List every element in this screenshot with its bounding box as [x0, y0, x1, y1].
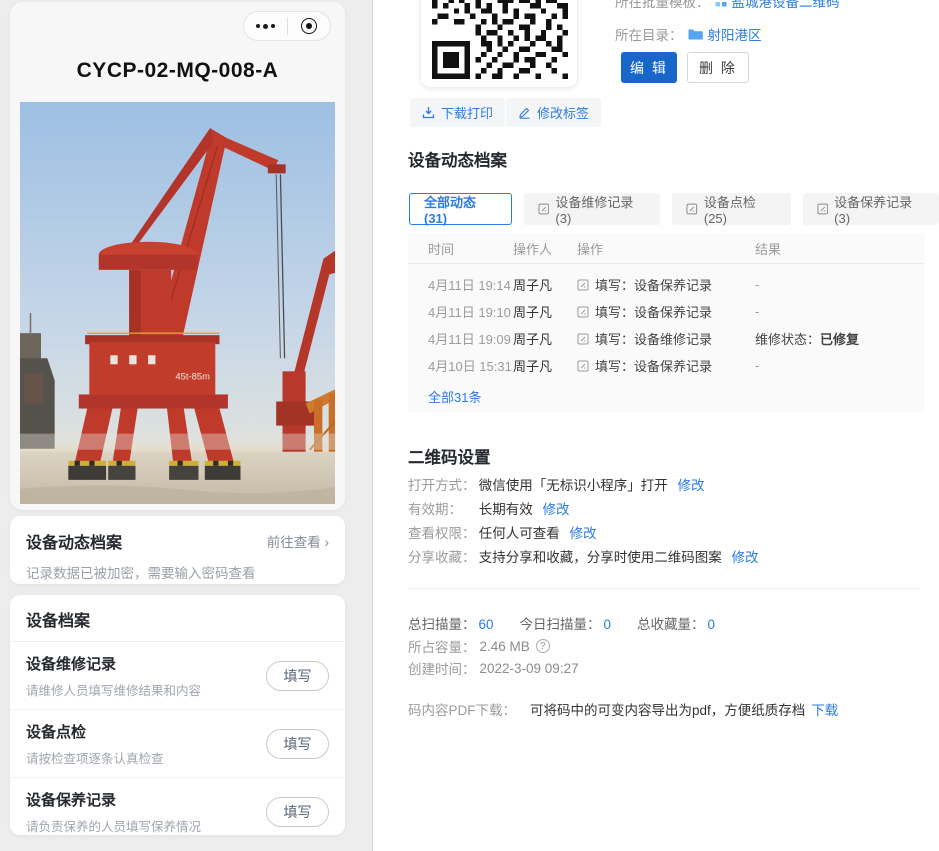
section-title-dynamic-archive: 设备动态档案: [408, 147, 507, 171]
dynamic-archive-card: 设备动态档案 前往查看 › 记录数据已被加密，需要输入密码查看: [10, 516, 345, 584]
qr-code: [432, 0, 568, 79]
template-icon: [715, 0, 727, 7]
scan-total-value: 60: [479, 617, 494, 632]
more-button[interactable]: [244, 12, 287, 40]
repair-status-value: 已修复: [820, 332, 859, 347]
fill-button[interactable]: 填写: [266, 729, 329, 759]
favorite-total-value: 0: [708, 617, 716, 632]
table-row: 4月10日 15:31 周子凡 填写：设备保养记录 -: [408, 352, 925, 379]
form-icon: [577, 279, 589, 291]
delete-button[interactable]: 删 除: [687, 52, 749, 83]
go-view-link[interactable]: 前往查看 ›: [267, 531, 329, 551]
tab-bar: 全部动态(31) 设备维修记录(3) 设备点检(25) 设备保养记录(3): [409, 193, 939, 225]
tab-all-activity[interactable]: 全部动态(31): [409, 193, 512, 225]
edit-button[interactable]: 编 辑: [621, 52, 677, 83]
dynamic-archive-title: 设备动态档案: [26, 529, 122, 553]
directory-link[interactable]: 射阳港区: [708, 24, 762, 44]
storage-size-row: 所占容量： 2.46 MB ?: [408, 636, 550, 656]
setting-validity: 有效期： 长期有效 修改: [408, 498, 570, 518]
pencil-icon: [518, 106, 531, 119]
section-divider: [408, 588, 920, 589]
modify-link[interactable]: 修改: [732, 550, 759, 565]
folder-icon: [688, 28, 703, 40]
table-row: 4月11日 19:09 周子凡 填写：设备维修记录 维修状态：已修复: [408, 325, 925, 352]
form-icon: [686, 203, 698, 215]
section-title-qr-settings: 二维码设置: [408, 444, 491, 468]
preview-top-card: CYCP-02-MQ-008-A: [10, 2, 345, 510]
target-icon: [301, 18, 317, 34]
list-item-inspection: 设备点检 请按检查项逐条认真检查 填写: [10, 710, 345, 778]
help-icon[interactable]: ?: [536, 639, 550, 653]
directory-row: 所在目录： 射阳港区: [615, 24, 762, 44]
device-archive-card: 设备档案 设备维修记录 请维修人员填写维修结果和内容 填写 设备点检 请按检查项…: [10, 595, 345, 835]
miniprogram-capsule: [243, 11, 331, 41]
template-row: 所在批量模板： 盐城港设备二维码: [615, 0, 840, 11]
tab-maintenance-records[interactable]: 设备保养记录(3): [803, 193, 939, 225]
list-item-maintenance: 设备保养记录 请负责保养的人员填写保养情况 填写: [10, 778, 345, 846]
activity-table: 时间 操作人 操作 结果 4月11日 19:14 周子凡 填写：设备保养记录 -…: [408, 233, 925, 412]
setting-share-favorite: 分享收藏： 支持分享和收藏，分享时使用二维码图案 修改: [408, 546, 759, 566]
form-icon: [577, 306, 589, 318]
template-link[interactable]: 盐城港设备二维码: [732, 0, 840, 11]
pdf-download-link[interactable]: 下载: [811, 703, 838, 718]
form-icon: [577, 333, 589, 345]
modify-link[interactable]: 修改: [543, 502, 570, 517]
form-icon: [577, 360, 589, 372]
pdf-export-row: 码内容PDF下载：可将码中的可变内容导出为pdf，方便纸质存档下载: [408, 699, 838, 719]
form-icon: [817, 203, 829, 215]
tab-inspection[interactable]: 设备点检(25): [672, 193, 790, 225]
view-all-records-link[interactable]: 全部31条: [428, 390, 481, 405]
directory-label: 所在目录：: [615, 24, 683, 44]
edit-label-button[interactable]: 修改标签: [506, 98, 601, 127]
fill-button[interactable]: 填写: [266, 797, 329, 827]
modify-link[interactable]: 修改: [570, 526, 597, 541]
ellipsis-icon: [256, 24, 275, 29]
chevron-right-icon: ›: [325, 535, 330, 550]
modify-link[interactable]: 修改: [678, 478, 705, 493]
scan-stats-row: 总扫描量：60 今日扫描量：0 总收藏量：0: [408, 613, 715, 633]
storage-size-value: 2.46 MB: [480, 639, 530, 654]
svg-text:45t-85m: 45t-85m: [175, 372, 210, 382]
phone-preview-pane: CYCP-02-MQ-008-A: [0, 0, 373, 851]
table-row: 4月11日 19:10 周子凡 填写：设备保养记录 -: [408, 298, 925, 325]
encrypted-note: 记录数据已被加密，需要输入密码查看: [26, 562, 329, 582]
port-crane-illustration: 45t-85m: [20, 102, 335, 504]
template-label: 所在批量模板：: [615, 0, 710, 11]
fill-button[interactable]: 填写: [266, 661, 329, 691]
scan-today-value: 0: [604, 617, 612, 632]
detail-pane: 所在批量模板： 盐城港设备二维码 所在目录： 射阳港区 编 辑 删 除 下载打印…: [374, 0, 939, 851]
table-header: 时间 操作人 操作 结果: [408, 233, 925, 264]
archive-card-title: 设备档案: [26, 613, 90, 630]
device-photo: 45t-85m: [20, 102, 335, 504]
setting-view-permission: 查看权限： 任何人可查看 修改: [408, 522, 597, 542]
exit-button[interactable]: [288, 12, 331, 40]
setting-open-mode: 打开方式： 微信使用「无标识小程序」打开 修改: [408, 474, 705, 494]
table-row: 4月11日 19:14 周子凡 填写：设备保养记录 -: [408, 271, 925, 298]
tab-repair-records[interactable]: 设备维修记录(3): [524, 193, 660, 225]
created-time-value: 2022-3-09 09:27: [480, 661, 579, 676]
form-icon: [538, 203, 550, 215]
download-icon: [422, 106, 435, 119]
device-code-title: CYCP-02-MQ-008-A: [10, 59, 345, 83]
download-print-button[interactable]: 下载打印: [410, 98, 505, 127]
list-item-repair: 设备维修记录 请维修人员填写维修结果和内容 填写: [10, 642, 345, 710]
created-time-row: 创建时间： 2022-3-09 09:27: [408, 658, 579, 678]
qr-code-card: [420, 0, 578, 88]
